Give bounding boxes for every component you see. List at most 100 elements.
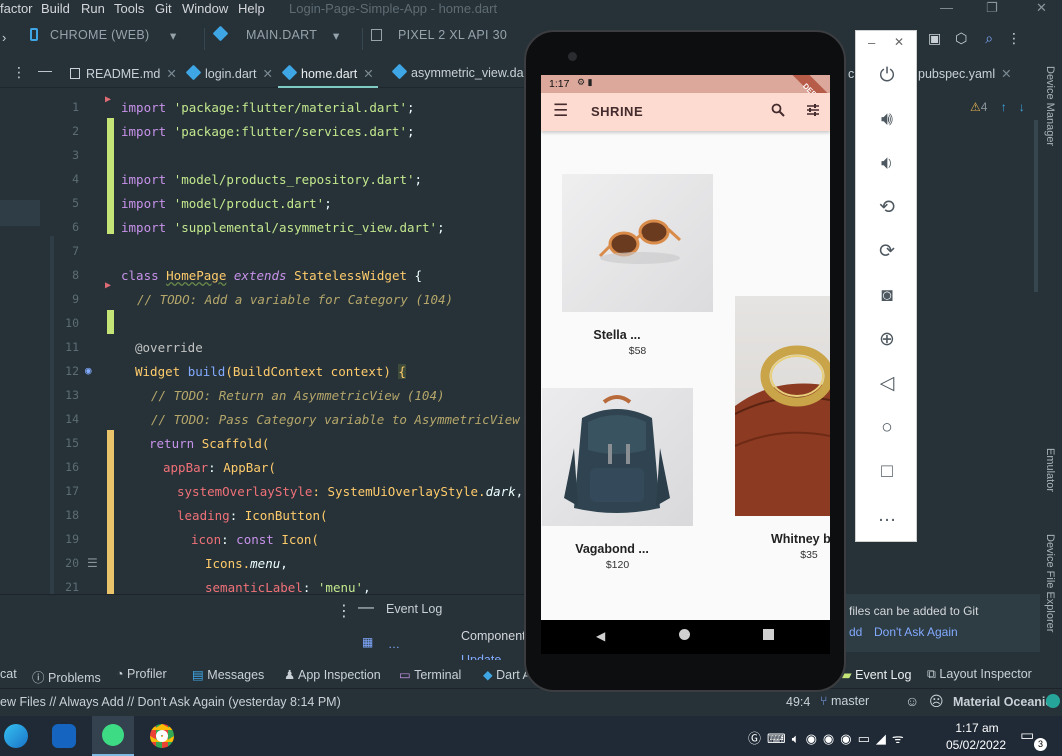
tool-terminal[interactable]: ▭ Terminal <box>399 667 461 682</box>
clock-time[interactable]: 1:17 am <box>952 721 1002 735</box>
hide-icon[interactable]: — <box>358 599 374 617</box>
tool-problems[interactable]: ⓘ Problems <box>32 667 101 686</box>
product-image-sunglasses[interactable] <box>562 174 713 312</box>
menu-help[interactable]: Help <box>238 1 265 16</box>
device-file-explorer-tool[interactable]: Device File Explorer <box>1044 534 1056 632</box>
code-editor[interactable]: ▶ ▶ ◉ ☰ 1 2 3 4 5 6 7 8 9 10 11 12 13 14… <box>55 88 540 594</box>
restore-icon[interactable]: ❐ <box>986 0 998 16</box>
caret-position[interactable]: 49:4 <box>786 695 810 709</box>
editor-scrollbar[interactable] <box>1034 120 1038 292</box>
tab-pubspec[interactable]: pubspec.yaml ✕ <box>918 66 1012 81</box>
emulator-tool[interactable]: Emulator <box>1044 448 1056 492</box>
rotate-right-icon[interactable]: ⟳ <box>872 238 902 266</box>
breakpoint-arrow-icon: ▶ <box>105 94 112 105</box>
tune-icon[interactable] <box>806 103 820 122</box>
layout-icon[interactable]: ▦ <box>362 635 373 649</box>
nav-back-icon[interactable]: ◀ <box>596 629 605 643</box>
notification-center-icon[interactable]: ▭ <box>1020 726 1034 744</box>
theme-label[interactable]: Material Oceanic <box>953 695 1052 709</box>
chevron-right-icon[interactable]: › <box>2 30 6 45</box>
menu-build[interactable]: Build <box>41 1 70 16</box>
options-icon[interactable]: ⋮ <box>12 64 26 81</box>
android-studio-icon <box>102 724 124 746</box>
camera-icon <box>568 52 577 61</box>
close-tab-icon[interactable]: ✕ <box>363 67 373 81</box>
search-icon[interactable]: ⌕ <box>985 30 993 46</box>
dont-ask-again-link[interactable]: Don't Ask Again <box>874 625 958 639</box>
tab-home[interactable]: home.dart ✕ <box>278 60 378 88</box>
options-icon[interactable]: ⋮ <box>336 601 352 621</box>
menu-icon[interactable]: ☰ <box>553 101 568 121</box>
tab-login[interactable]: login.dart ✕ <box>185 64 273 81</box>
nav-home-icon[interactable] <box>679 629 690 640</box>
close-tab-icon[interactable]: ✕ <box>166 67 176 81</box>
add-link[interactable]: dd <box>849 625 862 639</box>
arrow-down-icon[interactable]: ↓ <box>1019 100 1025 114</box>
product-image-backpack[interactable] <box>542 388 693 526</box>
clock-date[interactable]: 05/02/2022 <box>940 738 1012 752</box>
face-icon[interactable]: ☹ <box>929 693 944 710</box>
tab-asymmetric-view[interactable]: asymmetric_view.dart <box>391 63 531 80</box>
line-number: 21 <box>65 580 79 594</box>
close-window-icon[interactable]: ✕ <box>1036 0 1047 16</box>
tool-event-log[interactable]: ▰ Event Log <box>842 667 911 682</box>
close-tab-icon[interactable]: ✕ <box>262 67 272 81</box>
minimize-icon[interactable]: — <box>940 0 953 15</box>
line-number: 2 <box>72 124 79 138</box>
inspection-widget[interactable]: ⚠4 ↑ ↓ <box>970 100 1025 114</box>
home-icon[interactable]: ○ <box>872 414 902 442</box>
device-mirror-icon[interactable]: ▣ <box>928 30 941 46</box>
zoom-icon[interactable]: ⊕ <box>872 326 902 354</box>
chrome-icon[interactable] <box>150 724 174 748</box>
camera-icon[interactable]: ◙ <box>872 282 902 310</box>
app-icon[interactable] <box>52 724 76 748</box>
power-icon[interactable]: ⏻ <box>872 62 902 90</box>
git-branch-widget[interactable]: ⑂ master <box>820 694 869 708</box>
avd-selector[interactable]: PIXEL 2 XL API 30 <box>362 28 540 50</box>
tool-profiler[interactable]: ◔ Profiler <box>116 667 167 681</box>
arrow-up-icon[interactable]: ↑ <box>1001 100 1007 114</box>
volume-up-icon[interactable]: 🔊︎ <box>872 106 902 134</box>
more-icon[interactable]: … <box>872 502 902 530</box>
options-icon[interactable]: ⋮ <box>1007 30 1021 46</box>
tool-messages[interactable]: ▤ Messages <box>192 667 264 682</box>
phone-screen[interactable]: 1:17 ⚙ ▮ ▮ DEBUG ☰ SHRINE Stella ... $58 <box>541 75 830 620</box>
run-config-selector[interactable]: MAIN.DART ▾ <box>204 25 352 50</box>
menu-git[interactable]: Git <box>155 1 172 16</box>
change-marker <box>107 118 114 234</box>
more-icon[interactable]: … <box>388 637 400 651</box>
edge-icon[interactable] <box>4 724 28 748</box>
theme-dot-icon <box>1046 694 1060 708</box>
tool-dart-analysis[interactable]: ◆ Dart A <box>483 667 531 682</box>
back-icon[interactable]: ◁ <box>872 370 902 398</box>
product-image-belt[interactable] <box>734 296 830 516</box>
tool-logcat[interactable]: cat <box>0 667 17 681</box>
menu-tools[interactable]: Tools <box>114 1 144 16</box>
menu-refactor[interactable]: factor <box>0 1 33 16</box>
device-manager-tool[interactable]: Device Manager <box>1044 66 1056 146</box>
menu-window[interactable]: Window <box>182 1 228 16</box>
line-number: 1 <box>72 100 79 114</box>
cube-icon[interactable]: ⬡ <box>955 30 967 46</box>
tray-icons[interactable]: Ⓖ⌨🔈︎◉◉◉▭◢ᯤ <box>748 728 910 747</box>
nav-recents-icon[interactable] <box>763 629 774 640</box>
overview-icon[interactable]: □ <box>872 458 902 486</box>
dart-icon <box>212 25 229 42</box>
android-studio-task[interactable] <box>92 716 134 756</box>
app-title: SHRINE <box>591 104 644 119</box>
tool-layout-inspector[interactable]: ⧉ Layout Inspector <box>927 667 1032 682</box>
scrollbar[interactable] <box>50 236 54 594</box>
volume-down-icon[interactable]: 🔉︎ <box>872 150 902 178</box>
search-icon[interactable] <box>771 103 785 117</box>
tab-readme[interactable]: README.md ✕ <box>70 66 177 81</box>
line-number: 8 <box>72 268 79 282</box>
minimize-icon[interactable]: – <box>868 35 875 50</box>
rotate-left-icon[interactable]: ⟲ <box>872 194 902 222</box>
close-tab-icon[interactable]: ✕ <box>1001 67 1011 81</box>
menu-run[interactable]: Run <box>81 1 105 16</box>
hide-icon[interactable]: — <box>38 62 52 78</box>
tool-app-inspection[interactable]: ♟ App Inspection <box>284 667 381 682</box>
device-selector[interactable]: CHROME (WEB) ▾ <box>30 28 190 50</box>
smile-icon[interactable]: ☺ <box>905 693 919 709</box>
close-icon[interactable]: ✕ <box>894 35 904 49</box>
